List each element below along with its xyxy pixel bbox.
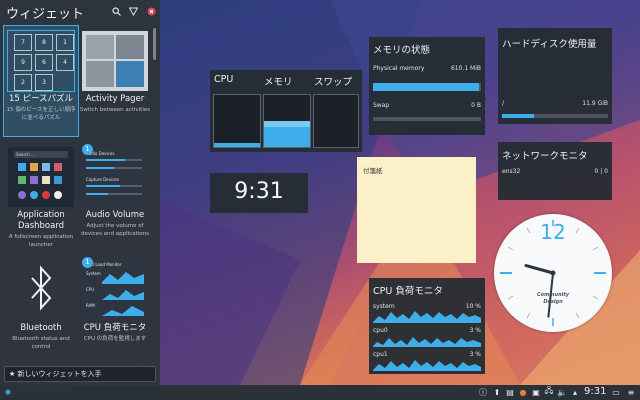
widget-description: A fullscreen application launcher [8,234,74,248]
network-icon[interactable]: 🖧 [544,386,554,397]
audio-capture-label: Capture Devices [86,177,119,182]
close-icon[interactable] [145,5,157,17]
widget-card-activity-pager[interactable]: Activity Pager Switch between activities [78,31,152,114]
device-notifier-icon[interactable]: ▣ [531,387,541,397]
taskbar: ✱ ⓘ ⬆ ▤ ● ▣ 🖧 🔈 ▴ 9:31 ▭ ≡ [0,385,640,400]
swap-value: 0 B [471,102,481,109]
panel-menu-icon[interactable]: ≡ [626,387,636,397]
bluetooth-icon [8,260,74,320]
widget-description: CPU の負荷を監視します [83,336,147,342]
puzzle-thumbnail: 7 8 1 9 6 4 2 3 [7,30,75,92]
network-monitor-widget[interactable]: ネットワークモニタ ens32 0 | 0 [498,142,612,200]
widget-description: Adjust the volume of devices and applica… [81,223,149,237]
clock-brand: Community Design [536,292,569,305]
running-count-badge: 1 [82,257,93,268]
network-traffic-value: 0 | 0 [594,168,608,175]
physical-memory-value: 610.1 MiB [450,65,481,72]
puzzle-tile: 1 [56,34,74,51]
physical-memory-label: Physical memory [373,65,425,72]
search-icon[interactable] [110,5,122,17]
cpu-load-monitor-widget[interactable]: CPU 負荷モニタ system 10 % cpu0 3 % cpu1 3 % [369,278,485,374]
widget-description: Bluetooth status and control [12,336,70,350]
puzzle-tile: 4 [56,54,74,71]
widget-card-bluetooth[interactable]: Bluetooth Bluetooth status and control [4,260,78,351]
widget-explorer: ウィジェット 7 8 1 9 6 4 2 3 15 ピースパズル 15 個のピー… [0,0,160,385]
disk-usage-widget[interactable]: ハードディスク使用量 / 11.9 GiB [498,28,612,124]
dashboard-thumbnail: Search ... [8,147,74,207]
widget-description: Switch between activities [79,107,151,113]
filter-icon[interactable] [127,5,139,17]
analog-clock-widget[interactable]: 12 Community Design [494,214,612,332]
cpu-monitor-thumbnail: CPU Load Monitor System CPU RAM [82,260,148,320]
notifications-icon[interactable]: ⓘ [478,387,488,397]
memory-status-title: メモリの状態 [373,45,431,56]
digital-clock-widget[interactable]: 9:31 [210,173,308,213]
puzzle-tile: 9 [14,54,32,71]
widget-name: Application Dashboard [17,210,65,231]
vault-icon[interactable]: ● [518,387,528,397]
audio-volume-thumbnail: Audio Devices Capture Devices [82,147,148,207]
puzzle-tile: 7 [14,34,32,51]
star-icon: ★ [9,370,18,378]
dashboard-search-field: Search ... [14,151,68,158]
show-desktop-icon[interactable]: ▭ [611,387,621,397]
puzzle-tile: 8 [35,34,53,51]
swap-label: スワップ [314,77,353,88]
swap-meter [313,94,359,148]
swap-label: Swap [373,102,390,109]
puzzle-tile: 2 [14,74,32,91]
running-count-badge: 1 [82,144,93,155]
widget-name: Bluetooth [20,323,62,333]
memory-label: メモリ [264,77,293,88]
physical-memory-bar [373,83,481,91]
widget-name: Audio Volume [85,210,145,220]
widget-name: Activity Pager [85,94,145,104]
widget-explorer-title: ウィジェット [6,7,85,22]
get-new-widgets-button[interactable]: ★ 新しいウィジェットを入手 [4,366,156,382]
swap-bar [373,117,481,121]
disk-usage-bar [502,114,608,118]
widget-card-application-dashboard[interactable]: Search ... Application Dashboard A fulls… [4,147,78,249]
widget-card-audio-volume[interactable]: Audio Devices Capture Devices Audio Volu… [78,144,152,238]
digital-clock-time: 9:31 [234,179,284,204]
expand-tray-icon[interactable]: ▴ [570,387,580,397]
cpu-load-graphs [373,311,481,371]
memory-status-widget[interactable]: メモリの状態 Physical memory 610.1 MiB Swap 0 … [369,37,485,135]
disk-usage-title: ハードディスク使用量 [502,39,597,50]
system-load-widget[interactable]: CPU メモリ スワップ [210,70,362,152]
disk-usage-value: 11.9 GiB [582,100,608,107]
memory-meter [263,94,311,148]
widget-card-puzzle[interactable]: 7 8 1 9 6 4 2 3 15 ピースパズル 15 個のピースを正しい順序… [3,25,79,137]
get-new-widgets-label: 新しいウィジェットを入手 [17,370,102,378]
widget-card-cpu-monitor[interactable]: CPU Load Monitor System CPU RAM CPU 負荷モニ… [78,257,152,343]
clipboard-icon[interactable]: ▤ [505,387,515,397]
widget-name: CPU 負荷モニタ [83,323,147,333]
disk-mount-label: / [502,100,505,107]
puzzle-tile: 6 [35,54,53,71]
network-monitor-title: ネットワークモニタ [502,151,588,162]
widget-description: 15 個のピースを正しい順序に並べるパズル [6,107,76,121]
volume-icon[interactable]: 🔈 [557,387,567,397]
cpu-label: CPU [214,74,234,85]
updates-icon[interactable]: ⬆ [492,387,502,397]
cpu-meter [213,94,261,148]
sidebar-scrollbar[interactable] [153,28,156,60]
application-launcher-icon[interactable]: ✱ [3,387,13,397]
clock-twelve-numeral: 12 [540,220,566,244]
sticky-note-title: 付箋紙 [363,167,383,175]
widget-name: 15 ピースパズル [8,94,74,104]
sticky-note-widget[interactable]: 付箋紙 [357,157,476,263]
activity-pager-thumbnail [82,31,148,91]
network-interface-label: ens32 [502,168,521,175]
puzzle-empty-slot [56,74,74,91]
puzzle-tile: 3 [35,74,53,91]
taskbar-clock[interactable]: 9:31 [584,386,606,397]
